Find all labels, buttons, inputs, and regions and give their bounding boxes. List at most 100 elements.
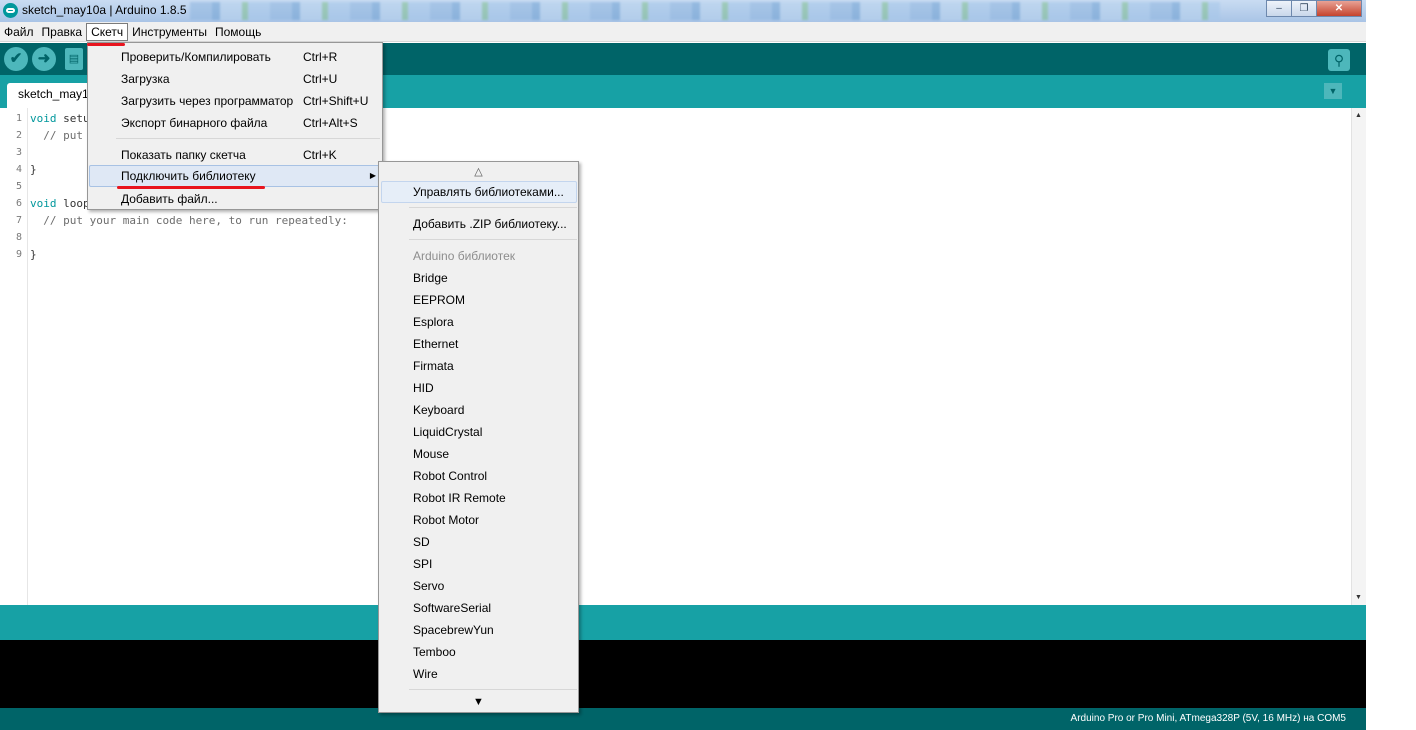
menu-item-upload[interactable]: Загрузка Ctrl+U [89,68,381,90]
library-item[interactable]: HID [381,377,577,399]
code-line: } [30,163,37,176]
library-item-label: Robot IR Remote [413,491,506,505]
code-keyword: void [30,112,64,125]
library-item-label: Firmata [413,359,454,373]
library-item-label: SPI [413,557,433,571]
library-item-label: Ethernet [413,337,459,351]
library-item[interactable]: Esplora [381,311,577,333]
line-number: 4 [15,164,22,175]
menu-item-label: Добавить файл... [121,192,218,206]
library-item[interactable]: SD [381,531,577,553]
menu-item-label: Добавить .ZIP библиотеку... [413,217,567,231]
library-item[interactable]: Bridge [381,267,577,289]
verify-icon[interactable]: ✔ [4,47,28,71]
manage-libraries-item[interactable]: Управлять библиотеками... [381,181,577,203]
scroll-up-icon[interactable]: ▲ [1355,112,1362,119]
library-item-label: EEPROM [413,293,466,307]
library-item[interactable]: Robot Control [381,465,577,487]
library-item[interactable]: Keyboard [381,399,577,421]
window-title: sketch_may10a | Arduino 1.8.5 [22,3,187,17]
library-item-label: Bridge [413,271,448,285]
library-item[interactable]: Mouse [381,443,577,465]
menu-separator [116,138,380,139]
menu-item-label: Arduino библиотек [413,249,516,263]
menu-bar: Файл Правка Скетч Инструменты Помощь [0,22,1366,42]
menu-item-add-file[interactable]: Добавить файл... [89,188,381,210]
code-line: } [30,248,37,261]
status-bar [0,605,1366,640]
menu-item-shortcut: Ctrl+R [303,50,338,64]
taskbar-blur [190,2,1220,20]
library-item[interactable]: Servo [381,575,577,597]
menu-item-include-library[interactable]: Подключить библиотеку ▶ [89,165,381,187]
menu-item-upload-programmer[interactable]: Загрузить через программатор Ctrl+Shift+… [89,90,381,112]
library-item[interactable]: Ethernet [381,333,577,355]
library-item[interactable]: EEPROM [381,289,577,311]
line-number: 6 [15,198,22,209]
library-item[interactable]: SoftwareSerial [381,597,577,619]
library-item[interactable]: Temboo [381,641,577,663]
library-item-label: Wire [413,667,438,681]
minimize-button[interactable]: ‒ [1266,0,1292,17]
library-item[interactable]: Robot IR Remote [381,487,577,509]
library-item-label: SoftwareSerial [413,601,492,615]
library-item-label: Keyboard [413,403,465,417]
menu-item-show-folder[interactable]: Показать папку скетча Ctrl+K [89,144,381,166]
line-number: 8 [15,232,22,243]
library-item[interactable]: Firmata [381,355,577,377]
board-info: Arduino Pro or Pro Mini, ATmega328P (5V,… [1070,713,1346,724]
scroll-up-arrow-icon[interactable]: △ [379,165,578,178]
menu-item-shortcut: Ctrl+Shift+U [303,94,369,108]
menu-sketch[interactable]: Скетч [86,22,129,41]
library-item[interactable]: Robot Motor [381,509,577,531]
library-item-label: LiquidCrystal [413,425,483,439]
new-sketch-icon[interactable]: ▤ [65,48,83,70]
library-item-label: HID [413,381,434,395]
menu-item-label: Управлять библиотеками... [413,185,564,199]
menu-item-shortcut: Ctrl+Alt+S [303,116,358,130]
menu-item-shortcut: Ctrl+K [303,148,337,162]
library-item[interactable]: LiquidCrystal [381,421,577,443]
title-bar: sketch_may10a | Arduino 1.8.5 ‒ ❐ ✕ [0,0,1366,22]
footer-bar: Arduino Pro or Pro Mini, ATmega328P (5V,… [0,708,1366,730]
code-line: // put your main code here, to run repea… [30,214,348,227]
library-item[interactable]: SPI [381,553,577,575]
line-number: 5 [15,181,22,192]
library-section-header: Arduino библиотек [381,245,577,267]
vertical-scrollbar[interactable]: ▲ ▼ [1351,108,1366,605]
close-button[interactable]: ✕ [1316,0,1362,17]
library-item-label: Servo [413,579,445,593]
menu-item-label: Экспорт бинарного файла [121,116,268,130]
maximize-button[interactable]: ❐ [1291,0,1317,17]
menu-edit[interactable]: Правка [38,23,87,41]
menu-help[interactable]: Помощь [211,23,265,41]
library-item[interactable]: Wire [381,663,577,685]
arduino-logo-icon [3,3,18,18]
window-controls: ‒ ❐ ✕ [1266,0,1362,18]
serial-monitor-icon[interactable]: ⚲ [1328,49,1350,71]
menu-item-verify[interactable]: Проверить/Компилировать Ctrl+R [89,46,381,68]
sketch-menu-dropdown: Проверить/Компилировать Ctrl+R Загрузка … [87,42,383,210]
tab-menu-icon[interactable]: ▼ [1324,83,1342,99]
menu-item-export-binary[interactable]: Экспорт бинарного файла Ctrl+Alt+S [89,112,381,134]
line-number-gutter: 1 2 3 4 5 6 7 8 9 [0,108,28,605]
menu-file[interactable]: Файл [0,23,38,41]
annotation-underline-library [117,186,265,189]
scroll-down-arrow-icon[interactable]: ▼ [379,696,578,708]
console-output[interactable] [0,640,1366,708]
library-item[interactable]: SpacebrewYun [381,619,577,641]
menu-separator [409,689,577,690]
library-item-label: Robot Control [413,469,488,483]
tab-sketch[interactable]: sketch_may10a [7,83,97,108]
library-item-label: Temboo [413,645,456,659]
menu-separator [409,207,577,208]
library-item-label: SpacebrewYun [413,623,494,637]
menu-separator [409,239,577,240]
menu-item-shortcut: Ctrl+U [303,72,338,86]
arduino-ide-window: sketch_may10a | Arduino 1.8.5 ‒ ❐ ✕ Файл… [0,0,1366,730]
annotation-underline-menu [87,43,125,46]
scroll-down-icon[interactable]: ▼ [1355,594,1362,601]
upload-icon[interactable]: ➜ [32,47,56,71]
add-zip-library-item[interactable]: Добавить .ZIP библиотеку... [381,213,577,235]
menu-tools[interactable]: Инструменты [128,23,211,41]
